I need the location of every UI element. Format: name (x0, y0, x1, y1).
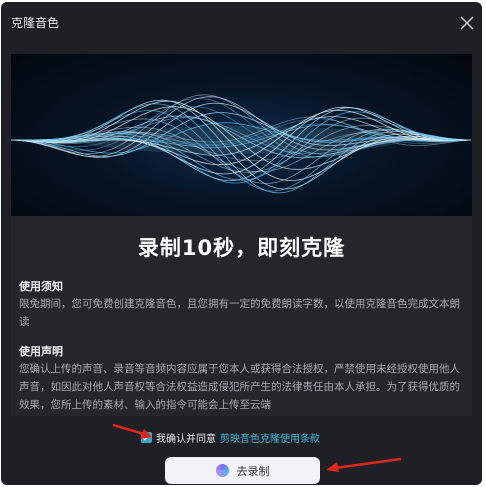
close-icon[interactable] (460, 16, 474, 30)
sound-wave-banner (11, 54, 472, 216)
record-button[interactable]: 去录制 (165, 457, 320, 484)
dialog-title: 克隆音色 (11, 15, 60, 30)
arrow-to-checkbox-icon (112, 423, 152, 439)
record-icon (215, 464, 229, 477)
screenshot-frame: 克隆音色 录制10秒，即刻克隆 使用须知 限免期间，您可免费创建克隆音色，且您拥… (0, 0, 486, 487)
agree-text: 我确认并同意 (156, 434, 216, 445)
wave-glow (81, 126, 402, 154)
notice-body: 限免期间，您可免费创建克隆音色，且您拥有一定的免费朗读字数，以使用克隆音色完成文… (19, 298, 460, 328)
dialog-header: 克隆音色 (1, 2, 482, 42)
statement-title: 使用声明 (19, 345, 63, 358)
terms-link[interactable]: 剪映音色克隆使用条款 (220, 430, 320, 445)
hero-title: 录制10秒，即刻克隆 (137, 236, 346, 260)
statement-body: 您确认上传的声音、录音等音频内容应属于您本人或获得合法授权，严禁使用未经授权使用… (19, 363, 460, 411)
agreement-row: 我确认并同意 剪映音色克隆使用条款 (141, 430, 320, 445)
clone-voice-dialog: 克隆音色 录制10秒，即刻克隆 使用须知 限免期间，您可免费创建克隆音色，且您拥… (1, 2, 482, 485)
dialog-content: 录制10秒，即刻克隆 使用须知 限免期间，您可免费创建克隆音色，且您拥有一定的免… (11, 54, 472, 416)
notice-title: 使用须知 (19, 280, 63, 293)
sound-wave-graphic (11, 94, 472, 194)
arrow-to-button-icon (326, 457, 402, 472)
record-button-label: 去录制 (236, 464, 270, 478)
